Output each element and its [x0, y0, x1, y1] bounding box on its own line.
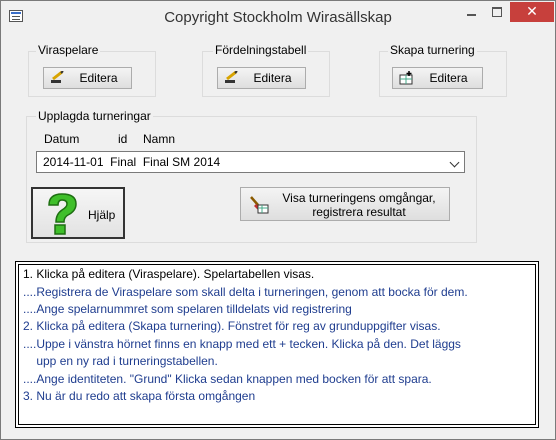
instruction-line: 1. Klicka på editera (Viraspelare). Spel… [23, 267, 315, 281]
maximize-button[interactable] [484, 2, 510, 22]
instruction-line: ....Ange identiteten. "Grund" Klicka sed… [23, 372, 432, 386]
show-rounds-label-line1: Visa turneringens omgångar, [282, 191, 436, 205]
edit-viraspelare-label: Editera [79, 71, 118, 85]
close-icon: ✕ [526, 3, 538, 19]
fordelning-label: Fördelningstabell [213, 43, 309, 57]
instruction-line: 2. Klicka på editera (Skapa turnering). … [23, 319, 441, 333]
main-window: Copyright Stockholm Wirasällskap ✕ Viras… [0, 0, 556, 440]
help-button[interactable]: Hjälp [31, 187, 125, 239]
edit-pencil-icon [51, 71, 64, 83]
show-rounds-button[interactable]: Visa turneringens omgångar, registrera r… [240, 187, 450, 221]
edit-fordelning-button[interactable]: Editera [217, 67, 306, 89]
question-mark-icon [48, 193, 77, 235]
column-datum: Datum [44, 132, 80, 146]
instruction-line: ....Registrera de Viraspelare som skall … [23, 285, 468, 299]
tournaments-label: Upplagda turneringar [36, 109, 153, 123]
minimize-button[interactable] [458, 2, 484, 22]
instructions-panel: 1. Klicka på editera (Viraspelare). Spel… [15, 261, 539, 428]
maximize-icon [492, 7, 502, 17]
edit-skapa-label: Editera [429, 71, 468, 85]
skapa-label: Skapa turnering [388, 43, 477, 57]
tournament-select-value: 2014-11-01 Final Final SM 2014 [43, 155, 221, 169]
edit-pencil-icon [225, 71, 238, 83]
show-rounds-label-line2: registrera resultat [312, 205, 406, 219]
add-record-icon [399, 71, 413, 85]
help-label: Hjälp [88, 208, 116, 222]
instruction-line: upp en ny rad i turneringstabellen. [23, 354, 218, 368]
column-id: id [118, 132, 128, 146]
viraspelare-label: Viraspelare [36, 43, 101, 57]
title-bar: Copyright Stockholm Wirasällskap ✕ [1, 1, 555, 32]
instruction-line: ....Ange spelarnummret som spelaren till… [23, 302, 352, 316]
edit-skapa-button[interactable]: Editera [392, 67, 483, 89]
edit-fordelning-label: Editera [253, 71, 292, 85]
brush-table-icon [250, 196, 269, 214]
tournament-select[interactable]: 2014-11-01 Final Final SM 2014 [36, 151, 465, 173]
instruction-line: 3. Nu är du redo att skapa första omgång… [23, 389, 256, 403]
close-button[interactable]: ✕ [510, 2, 554, 22]
edit-viraspelare-button[interactable]: Editera [43, 67, 132, 89]
column-namn: Namn [143, 132, 176, 146]
chevron-down-icon [449, 157, 460, 168]
form-content: Viraspelare Editera Fördelningstabell Ed… [9, 32, 547, 432]
instruction-line: ....Uppe i vänstra hörnet finns en knapp… [23, 337, 461, 351]
minimize-icon [466, 14, 476, 16]
